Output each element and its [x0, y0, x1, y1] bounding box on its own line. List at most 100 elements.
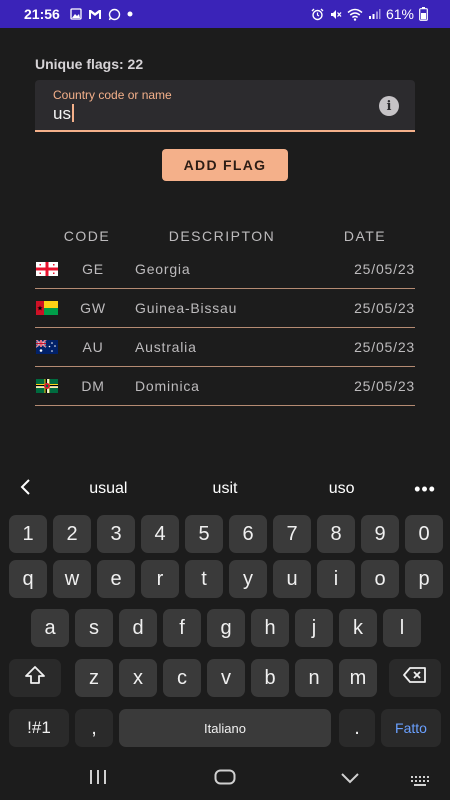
whatsapp-icon — [108, 8, 121, 21]
key-j[interactable]: j — [295, 609, 333, 647]
row-description: Dominica — [135, 378, 200, 394]
space-key[interactable]: Italiano — [119, 709, 331, 747]
letter-row-1: q w e r t y u i o p — [0, 560, 450, 598]
key-a[interactable]: a — [31, 609, 69, 647]
signal-icon — [368, 8, 381, 20]
gallery-icon — [70, 8, 82, 20]
row-code: DM — [81, 378, 105, 394]
key-2[interactable]: 2 — [53, 515, 91, 553]
row-date: 25/05/23 — [354, 261, 415, 277]
flags-table: CODE DESCRIPTON DATE GE Georgia 25/05/23… — [35, 222, 415, 406]
row-date: 25/05/23 — [354, 339, 415, 355]
number-row: 1 2 3 4 5 6 7 8 9 0 — [0, 515, 450, 553]
table-row[interactable]: AU Australia 25/05/23 — [35, 328, 415, 367]
table-row[interactable]: GE Georgia 25/05/23 — [35, 250, 415, 289]
key-0[interactable]: 0 — [405, 515, 443, 553]
table-row[interactable]: DM Dominica 25/05/23 — [35, 367, 415, 406]
navigation-bar — [0, 760, 450, 800]
key-s[interactable]: s — [75, 609, 113, 647]
app-content: Unique flags: 22 Country code or name us… — [0, 28, 450, 470]
key-p[interactable]: p — [405, 560, 443, 598]
text-cursor — [71, 104, 74, 122]
key-u[interactable]: u — [273, 560, 311, 598]
letter-row-3: z x c v b n m — [0, 659, 450, 697]
hide-keyboard-icon[interactable] — [340, 768, 360, 791]
suggestion-bar: usual usit uso ••• — [0, 470, 450, 508]
suggestion-2[interactable]: usit — [167, 480, 284, 498]
key-w[interactable]: w — [53, 560, 91, 598]
status-bar: 21:56 61% — [0, 0, 450, 28]
key-t[interactable]: t — [185, 560, 223, 598]
info-icon[interactable]: i — [379, 96, 399, 116]
key-i[interactable]: i — [317, 560, 355, 598]
key-b[interactable]: b — [251, 659, 289, 697]
period-key[interactable]: . — [339, 709, 375, 747]
key-c[interactable]: c — [163, 659, 201, 697]
georgia-flag-icon — [36, 262, 58, 276]
key-k[interactable]: k — [339, 609, 377, 647]
key-e[interactable]: e — [97, 560, 135, 598]
dot-icon — [127, 11, 133, 17]
key-z[interactable]: z — [75, 659, 113, 697]
dominica-flag-icon — [36, 379, 58, 393]
comma-key[interactable]: , — [75, 709, 113, 747]
guinea-bissau-flag-icon — [36, 301, 58, 315]
key-d[interactable]: d — [119, 609, 157, 647]
status-time: 21:56 — [24, 6, 60, 22]
key-7[interactable]: 7 — [273, 515, 311, 553]
key-o[interactable]: o — [361, 560, 399, 598]
key-n[interactable]: n — [295, 659, 333, 697]
key-4[interactable]: 4 — [141, 515, 179, 553]
battery-level: 61% — [385, 6, 414, 22]
row-description: Georgia — [135, 261, 191, 277]
keyboard-switch-icon[interactable] — [410, 772, 432, 795]
key-x[interactable]: x — [119, 659, 157, 697]
table-row[interactable]: GW Guinea-Bissau 25/05/23 — [35, 289, 415, 328]
key-v[interactable]: v — [207, 659, 245, 697]
key-f[interactable]: f — [163, 609, 201, 647]
row-code: AU — [82, 339, 104, 355]
search-input[interactable]: us — [53, 104, 74, 124]
row-code: GW — [80, 300, 106, 316]
more-options-icon[interactable]: ••• — [400, 479, 450, 500]
row-date: 25/05/23 — [354, 300, 415, 316]
australia-flag-icon — [36, 340, 58, 354]
add-flag-button[interactable]: ADD FLAG — [162, 149, 288, 181]
key-5[interactable]: 5 — [185, 515, 223, 553]
key-l[interactable]: l — [383, 609, 421, 647]
key-q[interactable]: q — [9, 560, 47, 598]
column-header-code: CODE — [63, 228, 111, 244]
unique-flags-count: Unique flags: 22 — [35, 56, 144, 72]
recent-apps-icon[interactable] — [89, 768, 107, 791]
row-description: Australia — [135, 339, 197, 355]
key-m[interactable]: m — [339, 659, 377, 697]
row-description: Guinea-Bissau — [135, 300, 238, 316]
key-g[interactable]: g — [207, 609, 245, 647]
wifi-icon — [347, 8, 363, 21]
key-y[interactable]: y — [229, 560, 267, 598]
suggestion-3[interactable]: uso — [283, 480, 400, 498]
mute-icon — [329, 8, 342, 21]
keyboard-bottom-row: !#1 , Italiano . Fatto — [0, 709, 450, 747]
key-8[interactable]: 8 — [317, 515, 355, 553]
key-1[interactable]: 1 — [9, 515, 47, 553]
key-r[interactable]: r — [141, 560, 179, 598]
letter-row-2: a s d f g h j k l — [0, 609, 450, 647]
key-h[interactable]: h — [251, 609, 289, 647]
shift-key[interactable] — [9, 659, 61, 697]
key-6[interactable]: 6 — [229, 515, 267, 553]
table-header: CODE DESCRIPTON DATE — [35, 222, 415, 250]
key-9[interactable]: 9 — [361, 515, 399, 553]
search-field-label: Country code or name — [53, 88, 172, 102]
suggestion-1[interactable]: usual — [50, 480, 167, 498]
column-header-description: DESCRIPTON — [168, 228, 276, 244]
country-search-field[interactable]: Country code or name us i — [35, 80, 415, 132]
backspace-key[interactable] — [389, 659, 441, 697]
done-key[interactable]: Fatto — [381, 709, 441, 747]
symbols-key[interactable]: !#1 — [9, 709, 69, 747]
home-icon[interactable] — [214, 768, 236, 791]
row-code: GE — [82, 261, 104, 277]
chevron-left-icon[interactable] — [0, 476, 50, 502]
shift-icon — [24, 665, 46, 691]
key-3[interactable]: 3 — [97, 515, 135, 553]
